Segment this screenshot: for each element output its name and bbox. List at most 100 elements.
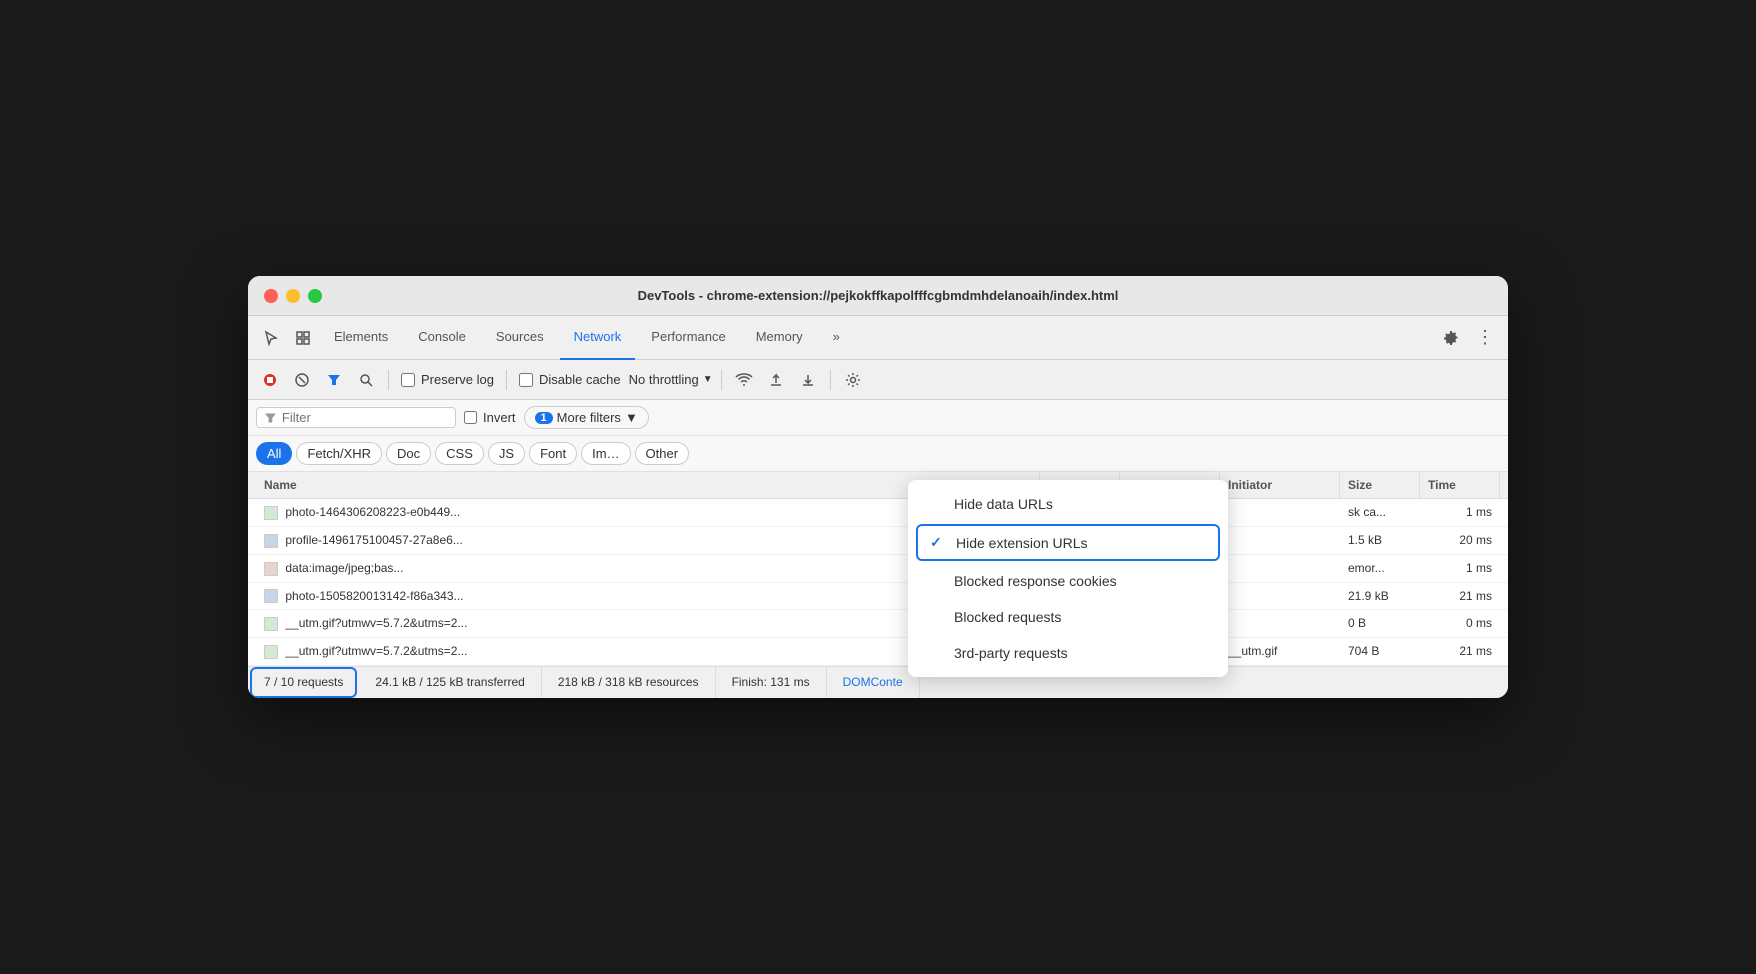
toolbar-divider-3 — [721, 370, 722, 390]
download-icon — [801, 373, 815, 387]
clear-btn[interactable] — [288, 366, 316, 394]
cell-size: 0 B — [1340, 610, 1420, 637]
invert-label[interactable]: Invert — [464, 410, 516, 425]
minimize-button[interactable] — [286, 289, 300, 303]
devtools-body: Elements Console Sources Network Perform… — [248, 316, 1508, 698]
filter-blocked-response-cookies[interactable]: Blocked response cookies — [908, 563, 1228, 599]
traffic-lights — [264, 289, 322, 303]
status-bar: 7 / 10 requests 24.1 kB / 125 kB transfe… — [248, 666, 1508, 698]
table-row[interactable]: profile-1496175100457-27a8e6... 200 1.5 … — [248, 527, 1508, 555]
wifi-icon — [735, 373, 753, 387]
header-size: Size — [1340, 472, 1420, 498]
nav-right: ⋮ — [1436, 323, 1500, 353]
tab-elements[interactable]: Elements — [320, 316, 402, 360]
filter-bar: Invert 1 More filters ▼ — [248, 400, 1508, 436]
toolbar-divider-4 — [830, 370, 831, 390]
status-domcontent: DOMConte — [827, 667, 920, 698]
cell-initiator — [1220, 583, 1340, 610]
nav-bar: Elements Console Sources Network Perform… — [248, 316, 1508, 360]
type-tab-js[interactable]: JS — [488, 442, 525, 465]
invert-checkbox[interactable] — [464, 411, 477, 424]
filter-hide-data-urls[interactable]: Hide data URLs — [908, 486, 1228, 522]
cell-size: 1.5 kB — [1340, 527, 1420, 554]
filter-icon-btn[interactable] — [320, 366, 348, 394]
more-filters-btn[interactable]: 1 More filters ▼ — [524, 406, 649, 429]
filter-blocked-requests[interactable]: Blocked requests — [908, 599, 1228, 635]
tab-network[interactable]: Network — [560, 316, 636, 360]
filter-icon — [327, 373, 341, 387]
file-icon — [264, 534, 278, 548]
export-btn[interactable] — [794, 366, 822, 394]
type-tab-doc[interactable]: Doc — [386, 442, 431, 465]
close-button[interactable] — [264, 289, 278, 303]
cell-initiator — [1220, 555, 1340, 582]
devtools-window: DevTools - chrome-extension://pejkokffka… — [248, 276, 1508, 698]
table-row[interactable]: __utm.gif?utmwv=5.7.2&utms=2... 307 0 B … — [248, 610, 1508, 638]
network-conditions-btn[interactable] — [730, 366, 758, 394]
status-requests: 7 / 10 requests — [250, 667, 357, 698]
stop-icon — [263, 373, 277, 387]
maximize-button[interactable] — [308, 289, 322, 303]
table-row[interactable]: __utm.gif?utmwv=5.7.2&utms=2... 200 gif … — [248, 638, 1508, 666]
settings-icon — [846, 373, 860, 387]
cell-time: 0 ms — [1420, 610, 1500, 637]
table-row[interactable]: photo-1464306208223-e0b449... 200 sk ca.… — [248, 499, 1508, 527]
title-bar: DevTools - chrome-extension://pejkokffka… — [248, 276, 1508, 316]
cursor-icon-btn[interactable] — [256, 323, 286, 353]
more-filters-label: More filters — [557, 410, 621, 425]
type-tab-css[interactable]: CSS — [435, 442, 484, 465]
toolbar: Preserve log Disable cache No throttling… — [248, 360, 1508, 400]
more-filters-dropdown: Hide data URLs ✓ Hide extension URLs Blo… — [908, 480, 1228, 677]
cell-initiator — [1220, 499, 1340, 526]
filter-3rd-party-requests[interactable]: 3rd-party requests — [908, 635, 1228, 671]
tab-memory[interactable]: Memory — [742, 316, 817, 360]
cell-size: emor... — [1340, 555, 1420, 582]
cursor-icon — [263, 330, 279, 346]
throttle-control: No throttling ▼ — [629, 372, 713, 387]
throttling-label: No throttling — [629, 372, 699, 387]
tab-performance[interactable]: Performance — [637, 316, 739, 360]
import-btn[interactable] — [762, 366, 790, 394]
type-tab-img[interactable]: Im… — [581, 442, 630, 465]
table-header: Name Status Type Initiator Size Time — [248, 472, 1508, 499]
type-tab-font[interactable]: Font — [529, 442, 577, 465]
cell-time: 1 ms — [1420, 499, 1500, 526]
inspect-icon — [295, 330, 311, 346]
status-finish: Finish: 131 ms — [716, 667, 827, 698]
tab-more[interactable]: » — [819, 316, 854, 360]
cell-time: 20 ms — [1420, 527, 1500, 554]
type-tab-all[interactable]: All — [256, 442, 292, 465]
hide-extension-urls-check: ✓ — [930, 534, 946, 551]
filter-funnel-icon — [265, 412, 276, 424]
status-resources: 218 kB / 318 kB resources — [542, 667, 716, 698]
table-row[interactable]: photo-1505820013142-f86a343... 200 21.9 … — [248, 583, 1508, 611]
inspect-icon-btn[interactable] — [288, 323, 318, 353]
disable-cache-label[interactable]: Disable cache — [515, 372, 625, 387]
toolbar-divider-1 — [388, 370, 389, 390]
disable-cache-checkbox[interactable] — [519, 373, 533, 387]
filter-input[interactable] — [282, 410, 447, 425]
cell-size: 704 B — [1340, 638, 1420, 665]
type-tab-other[interactable]: Other — [635, 442, 690, 465]
type-tab-fetchxhr[interactable]: Fetch/XHR — [296, 442, 382, 465]
table-row[interactable]: data:image/jpeg;bas... 200 emor... 1 ms — [248, 555, 1508, 583]
tab-sources[interactable]: Sources — [482, 316, 558, 360]
status-transferred: 24.1 kB / 125 kB transferred — [359, 667, 541, 698]
preserve-log-checkbox[interactable] — [401, 373, 415, 387]
search-icon — [359, 373, 373, 387]
tab-console[interactable]: Console — [404, 316, 480, 360]
filter-hide-extension-urls[interactable]: ✓ Hide extension URLs — [916, 524, 1220, 561]
stop-recording-btn[interactable] — [256, 366, 284, 394]
more-options-icon-btn[interactable]: ⋮ — [1470, 323, 1500, 353]
upload-icon — [769, 373, 783, 387]
clear-icon — [295, 373, 309, 387]
toolbar-divider-2 — [506, 370, 507, 390]
preserve-log-label[interactable]: Preserve log — [397, 372, 498, 387]
search-icon-btn[interactable] — [352, 366, 380, 394]
cell-time: 21 ms — [1420, 638, 1500, 665]
settings-icon-btn[interactable] — [1436, 323, 1466, 353]
window-title: DevTools - chrome-extension://pejkokffka… — [638, 288, 1119, 303]
throttle-dropdown-arrow[interactable]: ▼ — [703, 374, 713, 385]
network-settings-btn[interactable] — [839, 366, 867, 394]
header-time: Time — [1420, 472, 1500, 498]
